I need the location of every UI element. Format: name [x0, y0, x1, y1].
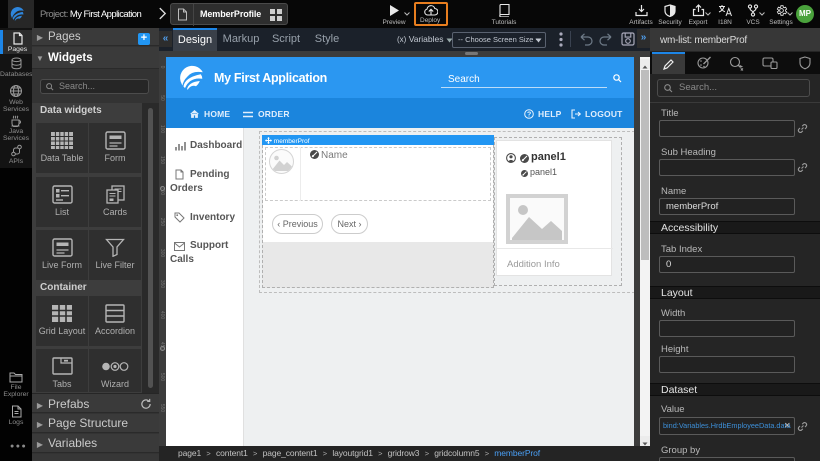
svg-text:?: ?: [527, 112, 531, 119]
